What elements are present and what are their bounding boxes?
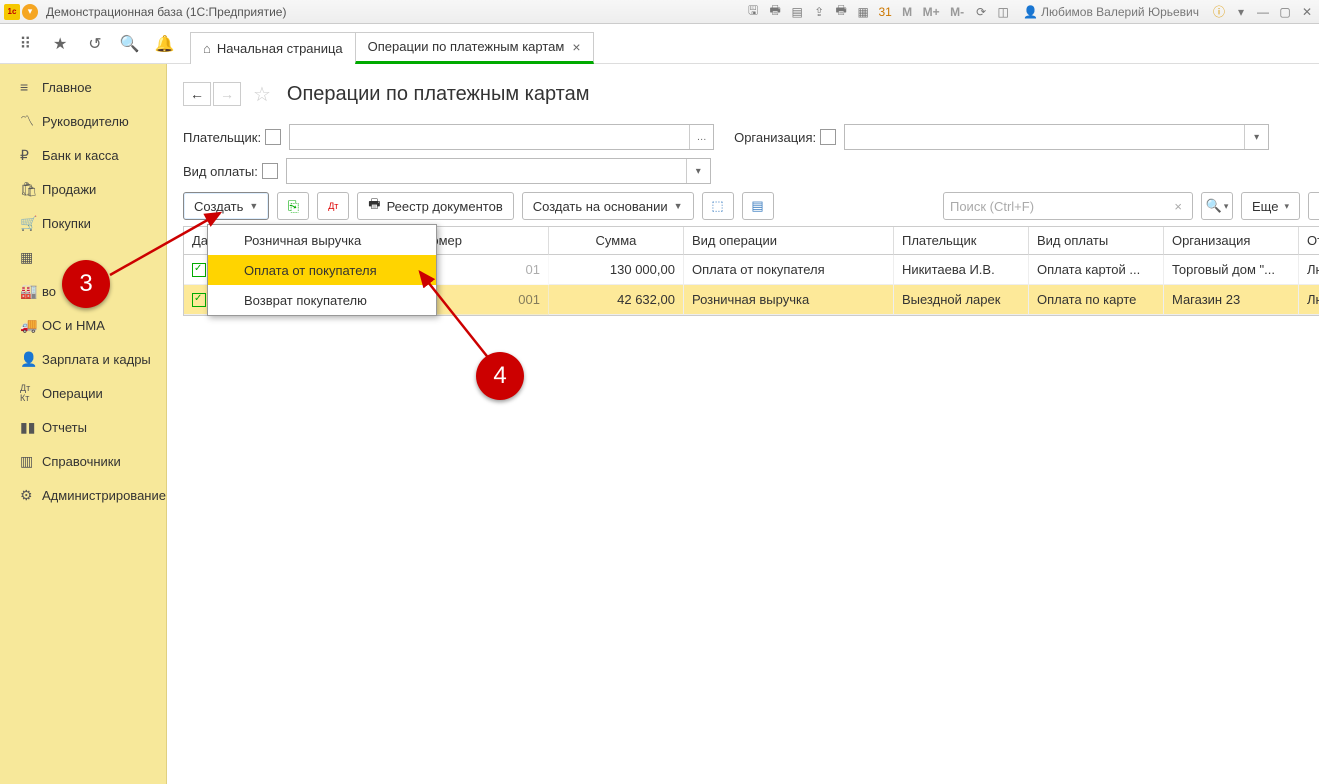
document-icon[interactable]: ▤: [789, 4, 805, 20]
print-icon[interactable]: 🖶: [767, 4, 783, 20]
caret-icon[interactable]: ▾: [1233, 4, 1249, 20]
search-icon[interactable]: 🔍: [118, 32, 142, 56]
col-payer[interactable]: Плательщик: [894, 227, 1029, 255]
books-icon: ▥: [20, 453, 42, 470]
bars-icon: ▮▮: [20, 419, 42, 436]
user-label[interactable]: 👤Любимов Валерий Юрьевич: [1023, 5, 1199, 19]
org-label: Организация:: [734, 130, 816, 145]
org-field[interactable]: ▾: [844, 124, 1269, 150]
refresh-icon[interactable]: ⟳: [973, 4, 989, 20]
calc-icon[interactable]: ▦: [855, 4, 871, 20]
payer-field[interactable]: …: [289, 124, 714, 150]
annotation-marker-4: 4: [476, 352, 524, 400]
registry-button[interactable]: 🖶Реестр документов: [357, 192, 513, 220]
annotation-arrow-3: [90, 195, 270, 295]
sidebar-item-manager[interactable]: 〽Руководителю: [0, 104, 166, 138]
export-icon[interactable]: ⇪: [811, 4, 827, 20]
col-paytype[interactable]: Вид оплаты: [1029, 227, 1164, 255]
save-icon[interactable]: 🖫: [745, 4, 761, 20]
home-icon: ≡: [20, 79, 42, 95]
cart-icon: 🛒: [20, 215, 42, 232]
paytype-dropdown-icon[interactable]: ▾: [686, 159, 710, 183]
favorite-icon[interactable]: ★: [48, 32, 72, 56]
history-icon[interactable]: ↺: [83, 32, 107, 56]
tab-payment-ops[interactable]: Операции по платежным картам ×: [355, 32, 594, 64]
sidebar-item-main[interactable]: ≡Главное: [0, 70, 166, 104]
paytype-field[interactable]: ▾: [286, 158, 711, 184]
help-button[interactable]: ?: [1308, 192, 1319, 220]
search-input[interactable]: Поиск (Ctrl+F)×: [943, 192, 1193, 220]
list-button[interactable]: ▤: [742, 192, 774, 220]
truck-icon: 🚚: [20, 317, 42, 334]
dtkt-button[interactable]: Дт: [317, 192, 349, 220]
more-button[interactable]: Еще▾: [1241, 192, 1300, 220]
calendar-icon[interactable]: 31: [877, 4, 893, 20]
content-area: ← → ☆ Операции по платежным картам × Пла…: [167, 64, 1319, 784]
sidebar-item-ops[interactable]: ДтКтОперации: [0, 376, 166, 410]
home-icon: ⌂: [203, 41, 211, 56]
chart-icon: 〽: [20, 111, 42, 131]
favorite-star-icon[interactable]: ☆: [253, 82, 271, 107]
app-menu-dropdown[interactable]: ▾: [22, 4, 38, 20]
chevron-down-icon: ▾: [1284, 201, 1289, 212]
close-window-icon[interactable]: ✕: [1299, 4, 1315, 20]
ruble-icon: ₽: [20, 147, 42, 164]
org-dropdown-icon[interactable]: ▾: [1244, 125, 1268, 149]
col-operation[interactable]: Вид операции: [684, 227, 894, 255]
annotation-marker-3: 3: [62, 260, 110, 308]
hierarchy-button[interactable]: ⬚: [702, 192, 734, 220]
sidebar-item-hr[interactable]: 👤Зарплата и кадры: [0, 342, 166, 376]
panel-icon[interactable]: ◫: [995, 4, 1011, 20]
chevron-down-icon: ▾: [1224, 201, 1229, 212]
sidebar-item-reports[interactable]: ▮▮Отчеты: [0, 410, 166, 444]
sidebar-item-assets[interactable]: 🚚ОС и НМА: [0, 308, 166, 342]
m-minus-icon[interactable]: M-: [947, 4, 967, 20]
back-button[interactable]: ←: [183, 82, 211, 106]
apps-icon[interactable]: ⠿: [13, 32, 37, 56]
payer-checkbox[interactable]: [265, 129, 281, 145]
sidebar-item-refs[interactable]: ▥Справочники: [0, 444, 166, 478]
print-icon: 🖶: [368, 195, 380, 217]
person-icon: 👤: [20, 351, 42, 368]
main-toolbar: ⠿ ★ ↺ 🔍 🔔 ⌂ Начальная страница Операции …: [0, 24, 1319, 64]
create-based-button[interactable]: Создать на основании▼: [522, 192, 694, 220]
forward-button[interactable]: →: [213, 82, 241, 106]
bell-icon[interactable]: 🔔: [153, 32, 177, 56]
paytype-checkbox[interactable]: [262, 163, 278, 179]
paytype-label: Вид оплаты:: [183, 164, 258, 179]
gear-icon: ⚙: [20, 487, 42, 504]
minimize-icon[interactable]: —: [1255, 4, 1271, 20]
payer-lookup-icon[interactable]: …: [689, 125, 713, 149]
search-button[interactable]: 🔍▾: [1201, 192, 1233, 220]
m-icon[interactable]: M: [899, 4, 915, 20]
m-plus-icon[interactable]: M+: [921, 4, 941, 20]
page-title: Операции по платежным картам: [287, 83, 590, 106]
print2-icon[interactable]: 🖶: [833, 4, 849, 20]
window-titlebar: 1c ▾ Демонстрационная база (1С:Предприят…: [0, 0, 1319, 24]
tab-close-icon[interactable]: ×: [572, 39, 580, 55]
col-org[interactable]: Организация: [1164, 227, 1299, 255]
org-checkbox[interactable]: [820, 129, 836, 145]
col-sum[interactable]: Сумма: [549, 227, 684, 255]
clear-search-icon[interactable]: ×: [1170, 199, 1186, 214]
factory-icon: 🏭: [20, 283, 42, 300]
user-icon: 👤: [1023, 5, 1038, 19]
maximize-icon[interactable]: ▢: [1277, 4, 1293, 20]
app-logo-icon: 1c: [4, 4, 20, 20]
sidebar: ≡Главное 〽Руководителю ₽Банк и касса 🛍Пр…: [0, 64, 167, 784]
chevron-down-icon: ▼: [674, 201, 683, 211]
copy-button[interactable]: ⎘: [277, 192, 309, 220]
window-title: Демонстрационная база (1С:Предприятие): [46, 5, 286, 19]
bag-icon: 🛍: [20, 181, 42, 198]
sidebar-item-bank[interactable]: ₽Банк и касса: [0, 138, 166, 172]
col-responsible[interactable]: Отве: [1299, 227, 1319, 255]
sidebar-item-admin[interactable]: ⚙Администрирование: [0, 478, 166, 512]
tab-home[interactable]: ⌂ Начальная страница: [190, 32, 355, 64]
info-icon[interactable]: ⓘ: [1211, 4, 1227, 20]
grid-icon: ▦: [20, 249, 42, 266]
payer-label: Плательщик:: [183, 130, 261, 145]
dtkt-icon: ДтКт: [20, 383, 42, 403]
